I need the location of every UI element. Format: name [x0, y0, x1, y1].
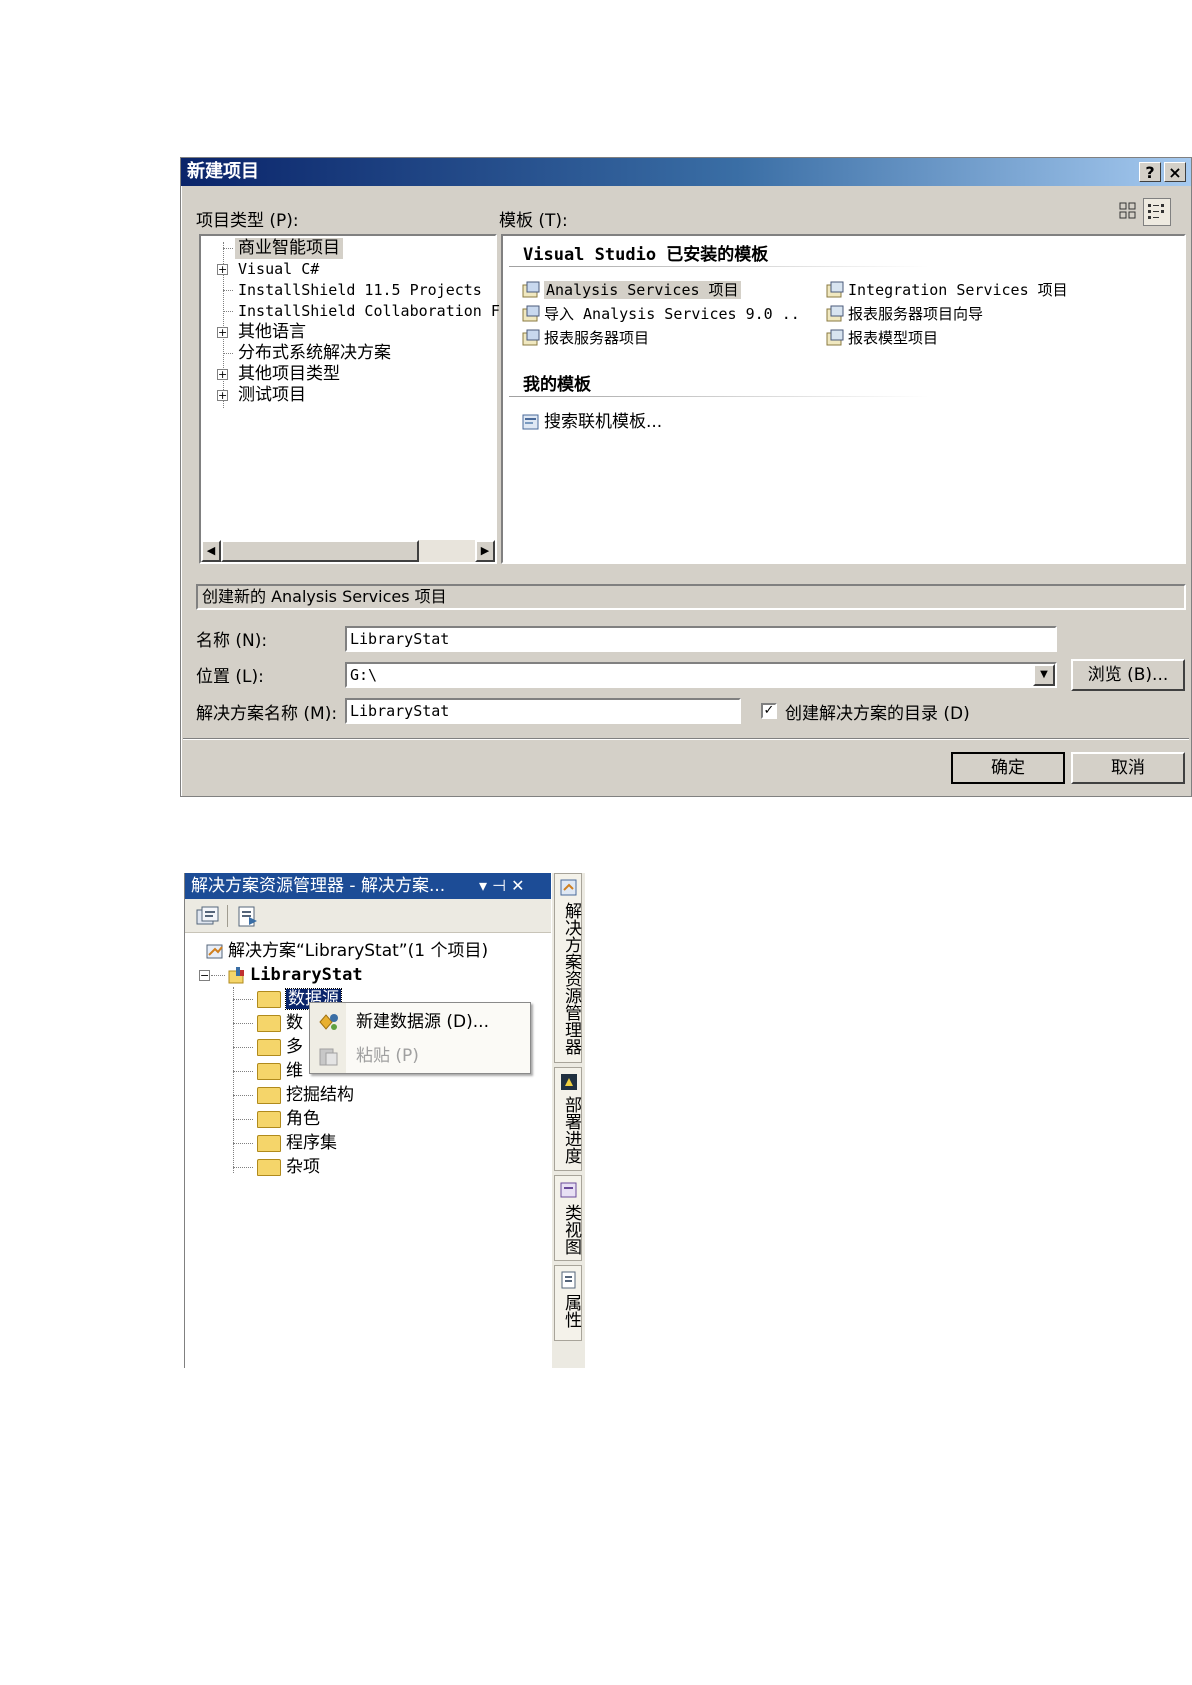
new-project-dialog: 新建项目 ? × 项目类型 (P): 模板 (T): 商业智能项目 + Visual… [180, 157, 1192, 797]
templates-pane[interactable]: Visual Studio 已安装的模板 Analysis Services 项… [501, 234, 1186, 564]
name-input[interactable]: LibraryStat [345, 626, 1057, 652]
panel-window-controls[interactable]: ▾ ⊣ ✕ [479, 873, 525, 899]
paste-icon [316, 1045, 340, 1067]
class-view-tab-icon [559, 1180, 579, 1205]
context-menu: 新建数据源 (D)... 粘贴 (P) [309, 1002, 531, 1074]
template-item[interactable]: 导入 Analysis Services 9.0 .. [521, 302, 800, 326]
close-button[interactable]: × [1164, 162, 1186, 182]
template-description: 创建新的 Analysis Services 项目 [196, 584, 1186, 610]
location-label: 位置 (L): [196, 667, 264, 687]
solution-node[interactable]: 解决方案“LibraryStat”(1 个项目) [205, 939, 488, 963]
project-types-tree[interactable]: 商业智能项目 + Visual C# InstallShield 11.5 Proje… [199, 234, 500, 564]
name-label: 名称 (N): [196, 631, 268, 651]
project-icon [227, 965, 247, 985]
template-item[interactable]: 报表模型项目 [825, 326, 938, 350]
folder-node[interactable]: 挖掘结构 [257, 1083, 354, 1107]
folder-node[interactable]: 数 [257, 1011, 303, 1035]
properties-tab-icon [559, 1270, 579, 1295]
template-icon [825, 328, 845, 348]
menu-item-paste[interactable]: 粘贴 (P) [310, 1039, 530, 1073]
tab-deploy-progress[interactable]: 部署进度 [554, 1067, 582, 1171]
folder-icon [257, 1134, 281, 1152]
browse-button[interactable]: 浏览 (B)... [1071, 659, 1185, 691]
folder-node[interactable]: 杂项 [257, 1155, 320, 1179]
template-item[interactable]: 报表服务器项目向导 [825, 302, 983, 326]
properties-icon[interactable] [235, 905, 261, 929]
tab-solution-explorer[interactable]: 解决方案资源管理器 [554, 873, 582, 1063]
tab-properties[interactable]: 属性 [554, 1265, 582, 1341]
folder-icon [257, 1110, 281, 1128]
show-all-files-icon[interactable] [195, 905, 221, 929]
small-icons-view-icon[interactable] [1143, 198, 1171, 226]
tree-expand-icon[interactable]: + [217, 264, 228, 275]
templates-label: 模板 (T): [499, 211, 568, 231]
template-icon [825, 304, 845, 324]
template-icon [521, 304, 541, 324]
folder-node[interactable]: 角色 [257, 1107, 320, 1131]
help-button[interactable]: ? [1139, 162, 1161, 182]
solution-explorer-tab-icon [559, 878, 579, 903]
solution-name-input[interactable]: LibraryStat [345, 698, 741, 724]
project-node[interactable]: LibraryStat [227, 963, 363, 987]
tree-expand-icon[interactable]: + [217, 327, 228, 338]
template-item[interactable]: Analysis Services 项目 [521, 278, 741, 302]
template-icon [825, 280, 845, 300]
scrollbar-thumb[interactable] [221, 540, 419, 562]
solution-explorer-panel: 解决方案资源管理器 - 解决方案... ▾ ⊣ ✕ 解决方案“LibrarySt… [184, 873, 551, 1368]
folder-icon [257, 1062, 281, 1080]
dialog-title: 新建项目 [181, 158, 1191, 186]
ok-button[interactable]: 确定 [951, 752, 1065, 784]
template-item[interactable]: 报表服务器项目 [521, 326, 649, 350]
folder-node[interactable]: 多 [257, 1035, 303, 1059]
create-directory-label: 创建解决方案的目录 (D) [785, 704, 970, 724]
location-value: G:\ [350, 666, 378, 684]
my-templates-heading: 我的模板 [523, 375, 591, 395]
solution-icon [205, 941, 225, 961]
large-icons-view-icon[interactable] [1117, 200, 1139, 222]
folder-icon [257, 1158, 281, 1176]
template-icon [521, 328, 541, 348]
create-directory-checkbox[interactable]: ✓ [761, 703, 777, 719]
solution-name-label: 解决方案名称 (M): [196, 704, 338, 724]
project-types-label: 项目类型 (P): [196, 211, 299, 231]
tree-expand-icon[interactable]: + [217, 390, 228, 401]
folder-icon [257, 1014, 281, 1032]
template-icon [521, 280, 541, 300]
search-template-icon [521, 412, 541, 432]
search-online-templates[interactable]: 搜索联机模板... [521, 410, 662, 434]
side-tab-strip: 解决方案资源管理器 部署进度 类视图 属性 [552, 873, 585, 1368]
scroll-left-icon[interactable]: ◀ [201, 540, 221, 562]
explorer-toolbar [185, 899, 551, 933]
horizontal-scrollbar[interactable]: ◀ ▶ [201, 540, 495, 562]
tab-class-view[interactable]: 类视图 [554, 1175, 582, 1261]
template-item[interactable]: Integration Services 项目 [825, 278, 1068, 302]
cancel-button[interactable]: 取消 [1071, 752, 1185, 784]
location-combobox[interactable]: G:\ [345, 662, 1057, 688]
folder-node[interactable]: 程序集 [257, 1131, 337, 1155]
tree-expand-icon[interactable]: + [217, 369, 228, 380]
deploy-progress-tab-icon [559, 1072, 579, 1097]
folder-icon [257, 1038, 281, 1056]
scroll-right-icon[interactable]: ▶ [475, 540, 495, 562]
folder-icon [257, 990, 281, 1008]
folder-icon [257, 1086, 281, 1104]
folder-node[interactable]: 维 [257, 1059, 303, 1083]
installed-templates-heading: Visual Studio 已安装的模板 [523, 245, 769, 265]
menu-item-new-datasource[interactable]: 新建数据源 (D)... [310, 1005, 530, 1039]
new-datasource-icon [316, 1011, 340, 1033]
project-collapse-icon[interactable]: − [199, 970, 210, 981]
location-dropdown-icon[interactable]: ▼ [1033, 664, 1055, 686]
